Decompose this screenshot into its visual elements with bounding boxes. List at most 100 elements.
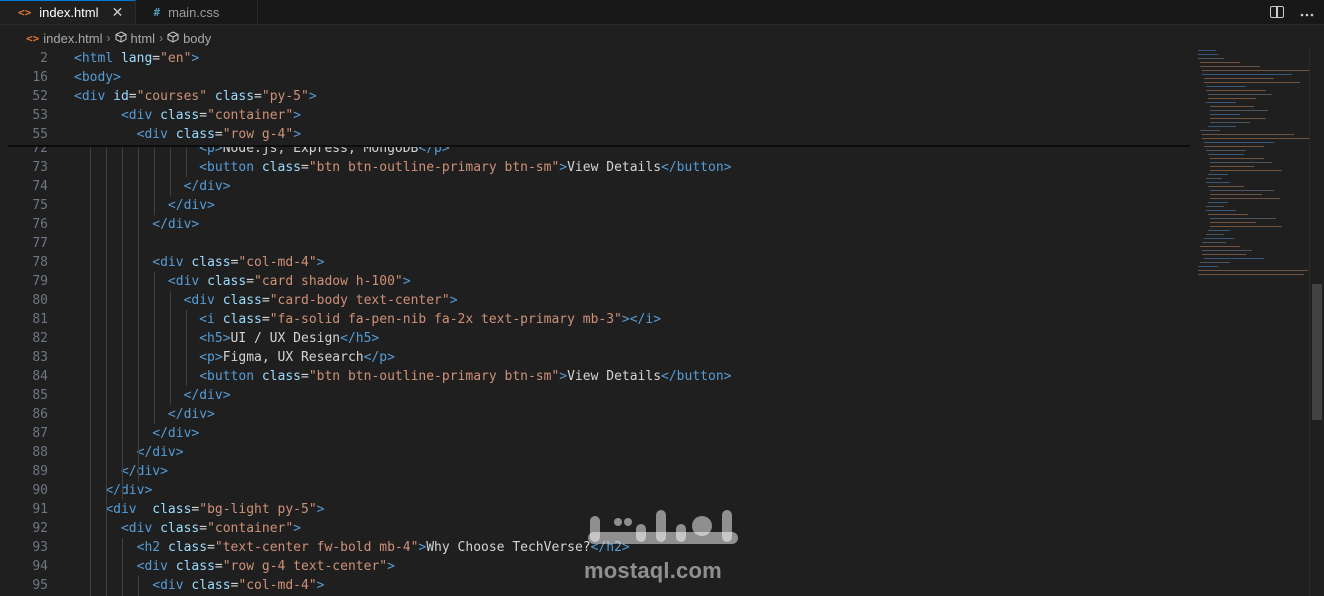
line-number: 83	[32, 350, 48, 365]
line-number: 88	[32, 445, 48, 460]
minimap-line	[1202, 134, 1294, 135]
minimap-line	[1204, 142, 1274, 143]
code-line[interactable]: 85 </div>	[0, 386, 1190, 405]
breadcrumb-body[interactable]: body	[167, 31, 211, 46]
sticky-scroll-divider	[8, 145, 1190, 147]
code-line[interactable]: 86 </div>	[0, 405, 1190, 424]
minimap-line	[1206, 234, 1224, 235]
code-text: <button class="btn btn-outline-primary b…	[199, 369, 732, 384]
split-editor-icon[interactable]	[1270, 6, 1284, 18]
code-line[interactable]: 89 </div>	[0, 462, 1190, 481]
indent-guide	[122, 538, 123, 596]
line-number: 73	[32, 160, 48, 175]
code-line[interactable]: 79 <div class="card shadow h-100">	[0, 272, 1190, 291]
code-text: </div>	[120, 464, 168, 479]
code-line[interactable]: 93 <h2 class="text-center fw-bold mb-4">…	[0, 538, 1190, 557]
code-line[interactable]: 94 <div class="row g-4 text-center">	[0, 557, 1190, 576]
line-number: 93	[32, 540, 48, 555]
code-text: <div class="container">	[120, 521, 301, 536]
code-line[interactable]: 74 </div>	[0, 177, 1190, 196]
minimap-line	[1200, 66, 1260, 67]
code-line[interactable]: 84 <button class="btn btn-outline-primar…	[0, 367, 1190, 386]
code-line[interactable]: 87 </div>	[0, 424, 1190, 443]
code-text: </div>	[105, 483, 153, 498]
minimap-line	[1198, 266, 1218, 267]
vertical-scrollbar[interactable]	[1309, 48, 1324, 596]
minimap-line	[1202, 242, 1226, 243]
code-line[interactable]: 92 <div class="container">	[0, 519, 1190, 538]
line-number: 95	[32, 578, 48, 593]
minimap-line	[1208, 230, 1230, 231]
sticky-line[interactable]: 53 <div class="container">	[0, 106, 1190, 125]
css-file-icon: #	[153, 5, 161, 19]
code-line[interactable]: 91 <div class="bg-light py-5">	[0, 500, 1190, 519]
breadcrumb-file-label: index.html	[43, 30, 103, 46]
breadcrumb-file[interactable]: <> index.html	[26, 31, 103, 46]
code-line[interactable]: 77	[0, 234, 1190, 253]
code-text: <div class="col-md-4">	[152, 578, 325, 593]
minimap-line	[1208, 174, 1228, 175]
scrollbar-thumb[interactable]	[1312, 284, 1322, 420]
code-line[interactable]: 76 </div>	[0, 215, 1190, 234]
minimap-line	[1206, 182, 1230, 183]
code-text: <body>	[74, 70, 121, 85]
minimap-line	[1202, 70, 1310, 71]
minimap-line	[1208, 202, 1228, 203]
minimap-line	[1210, 226, 1282, 227]
breadcrumb-html[interactable]: html	[115, 31, 155, 46]
minimap-line	[1206, 86, 1246, 87]
code-line[interactable]: 78 <div class="col-md-4">	[0, 253, 1190, 272]
code-text: </div>	[152, 426, 200, 441]
code-line[interactable]: 75 </div>	[0, 196, 1190, 215]
tab-main-css[interactable]: # main.css	[136, 0, 259, 24]
line-number: 85	[32, 388, 48, 403]
code-text: <button class="btn btn-outline-primary b…	[199, 160, 732, 175]
sticky-line[interactable]: 55 <div class="row g-4">	[0, 125, 1190, 144]
sticky-line[interactable]: 2 <html lang="en">	[0, 49, 1190, 68]
editor-tab-bar: <> index.html ✕ # main.css	[0, 0, 1324, 25]
code-line[interactable]: 90 </div>	[0, 481, 1190, 500]
code-text: </div>	[183, 388, 231, 403]
tab-label: index.html	[39, 5, 99, 20]
line-number: 78	[32, 255, 48, 270]
code-line[interactable]: 73 <button class="btn btn-outline-primar…	[0, 158, 1190, 177]
minimap-line	[1204, 146, 1264, 147]
indent-guide	[138, 139, 139, 481]
line-number: 80	[32, 293, 48, 308]
minimap-line	[1208, 154, 1244, 155]
more-actions-icon[interactable]	[1300, 4, 1314, 20]
sticky-line[interactable]: 16 <body>	[0, 68, 1190, 87]
line-number: 89	[32, 464, 48, 479]
line-number: 76	[32, 217, 48, 232]
tab-index-html[interactable]: <> index.html ✕	[0, 0, 136, 24]
code-text: </div>	[183, 179, 231, 194]
minimap-line	[1210, 106, 1254, 107]
minimap-line	[1204, 82, 1300, 83]
chevron-right-icon: ›	[159, 31, 164, 45]
line-number: 86	[32, 407, 48, 422]
sticky-scroll-header[interactable]: 2 <html lang="en"> 16 <body> 52 <div id="cour…	[0, 48, 1190, 146]
minimap-line	[1198, 50, 1216, 51]
code-line[interactable]: 82 <h5>UI / UX Design</h5>	[0, 329, 1190, 348]
code-line[interactable]: 88 </div>	[0, 443, 1190, 462]
tab-label: main.css	[168, 4, 220, 20]
sticky-line[interactable]: 52 <div id="courses" class="py-5">	[0, 87, 1190, 106]
minimap-line	[1206, 210, 1236, 211]
code-line[interactable]: 81 <i class="fa-solid fa-pen-nib fa-2x t…	[0, 310, 1190, 329]
close-icon[interactable]: ✕	[111, 4, 125, 21]
minimap-line	[1198, 54, 1218, 55]
line-number: 79	[32, 274, 48, 289]
code-text: <div id="courses" class="py-5">	[74, 89, 317, 104]
line-number: 16	[32, 70, 48, 85]
code-line[interactable]: 95 <div class="col-md-4">	[0, 576, 1190, 595]
code-line[interactable]: 80 <div class="card-body text-center">	[0, 291, 1190, 310]
indent-guide	[90, 139, 91, 596]
minimap[interactable]	[1196, 48, 1312, 596]
minimap-line	[1210, 166, 1254, 167]
minimap-line	[1208, 214, 1248, 215]
code-line[interactable]: 83 <p>Figma, UX Research</p>	[0, 348, 1190, 367]
indent-guide	[170, 139, 171, 196]
minimap-line	[1202, 250, 1252, 251]
minimap-line	[1198, 270, 1308, 271]
indent-guide	[186, 310, 187, 386]
